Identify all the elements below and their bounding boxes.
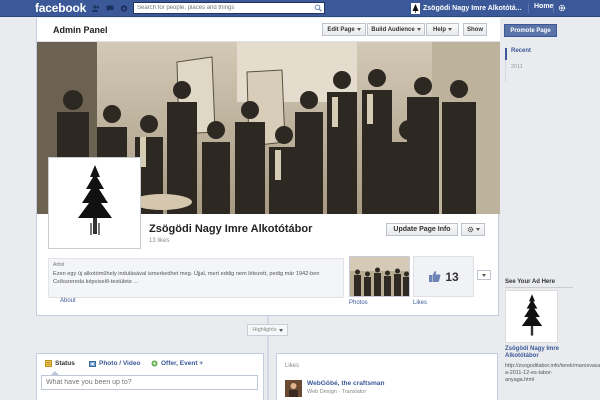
build-audience-label: Build Audience bbox=[371, 26, 415, 33]
camera-icon bbox=[89, 361, 96, 367]
more-apps-button[interactable] bbox=[477, 270, 491, 280]
timeline-nav-recent[interactable]: Recent bbox=[505, 48, 585, 60]
divider bbox=[528, 3, 529, 13]
liked-page-category: Web Design · Translator bbox=[307, 389, 367, 395]
admin-panel-bar: Admin Panel Edit Page Build Audience Hel… bbox=[37, 18, 500, 42]
thumbs-up-icon bbox=[429, 271, 441, 282]
likes-count-text: 13 likes bbox=[149, 238, 170, 244]
chevron-down-icon bbox=[475, 228, 480, 231]
messages-icon[interactable] bbox=[106, 5, 114, 12]
tree-logo-icon bbox=[521, 293, 542, 336]
update-page-info-button[interactable]: Update Page Info bbox=[386, 223, 458, 236]
help-label: Help bbox=[432, 26, 446, 33]
chevron-down-icon bbox=[356, 28, 361, 31]
show-label: Show bbox=[467, 26, 483, 33]
about-link[interactable]: About bbox=[60, 298, 76, 304]
chevron-down-icon bbox=[416, 28, 421, 31]
admin-panel-title[interactable]: Admin Panel bbox=[53, 25, 108, 35]
likes-number: 13 bbox=[445, 269, 459, 284]
liked-page-avatar[interactable] bbox=[285, 380, 302, 397]
settings-gear-icon[interactable] bbox=[558, 4, 566, 12]
ad-section-title[interactable]: See Your Ad Here bbox=[505, 279, 573, 288]
ad-image[interactable] bbox=[505, 290, 558, 343]
ad-url[interactable]: http://zsogoditabor.info/terek/marosvasa… bbox=[505, 363, 600, 384]
likes-app-label[interactable]: Likes bbox=[413, 300, 427, 306]
offer-event-tab-label: Offer, Event + bbox=[161, 360, 204, 367]
chevron-down-icon bbox=[278, 328, 283, 332]
edit-page-label: Edit Page bbox=[327, 26, 355, 33]
status-tab-label: Status bbox=[55, 360, 75, 367]
friend-requests-icon[interactable] bbox=[92, 5, 100, 12]
tree-logo-icon bbox=[77, 165, 112, 235]
timeline-nav-year[interactable]: 2011 bbox=[511, 64, 523, 70]
build-audience-button[interactable]: Build Audience bbox=[367, 23, 425, 36]
divider bbox=[553, 3, 554, 13]
photo-video-tab-label: Photo / Video bbox=[99, 360, 141, 367]
home-link[interactable]: Home bbox=[534, 3, 553, 10]
chevron-down-icon bbox=[448, 28, 452, 31]
post-composer: Status Photo / Video Offer, Event + bbox=[36, 353, 264, 400]
offer-event-tab[interactable]: Offer, Event + bbox=[151, 360, 203, 367]
status-tab[interactable]: Status bbox=[45, 360, 75, 367]
about-description: Ezen egy új alkotóműhely indulásával ism… bbox=[53, 271, 320, 286]
page-title[interactable]: Zsögödi Nagy Imre Alkotótábor bbox=[149, 223, 312, 235]
timeline-nav-rule bbox=[505, 60, 506, 82]
search-icon[interactable] bbox=[314, 4, 323, 12]
photo-video-tab[interactable]: Photo / Video bbox=[89, 360, 140, 367]
likes-panel-header: Likes bbox=[285, 363, 300, 369]
about-summary: Artist Ezen egy új alkotóműhely indulásá… bbox=[48, 258, 344, 298]
photos-app-label[interactable]: Photos bbox=[349, 300, 368, 306]
promote-page-button[interactable]: Promote Page bbox=[504, 24, 557, 37]
profile-picture[interactable] bbox=[48, 157, 141, 249]
page-category: Artist bbox=[53, 262, 65, 268]
ad-title-link[interactable]: Zsögödi Nagy Imre Alkotótábor bbox=[505, 346, 571, 360]
search-box[interactable] bbox=[133, 2, 325, 14]
pencil-icon bbox=[45, 360, 52, 367]
notifications-icon[interactable] bbox=[120, 5, 128, 12]
facebook-logo[interactable]: facebook bbox=[35, 1, 86, 15]
search-input[interactable] bbox=[134, 3, 312, 13]
show-button[interactable]: Show bbox=[463, 23, 487, 36]
highlights-dropdown[interactable]: Highlights bbox=[247, 324, 288, 336]
help-button[interactable]: Help bbox=[426, 23, 459, 36]
edit-page-button[interactable]: Edit Page bbox=[322, 23, 366, 36]
likes-panel: Likes WebGöbé, the craftsman Web Design … bbox=[276, 353, 498, 400]
liked-page-name[interactable]: WebGöbé, the craftsman bbox=[307, 380, 385, 387]
avatar bbox=[411, 2, 420, 14]
chevron-down-icon bbox=[482, 273, 486, 277]
page-header-card: Admin Panel Edit Page Build Audience Hel… bbox=[36, 18, 500, 316]
status-input[interactable] bbox=[41, 375, 258, 390]
offer-icon bbox=[151, 360, 158, 367]
likes-app-box[interactable]: 13 bbox=[413, 256, 474, 297]
page-actions-button[interactable] bbox=[461, 223, 485, 236]
user-name: Zsögödi Nagy Imre Alkotótá... bbox=[423, 4, 522, 12]
profile-link[interactable]: Zsögödi Nagy Imre Alkotótá... bbox=[411, 2, 522, 14]
highlights-label: Highlights bbox=[252, 327, 277, 333]
photos-thumbnail[interactable] bbox=[349, 256, 410, 297]
top-navigation-bar: facebook Zsögödi Nagy Imre Alkotótá... H… bbox=[0, 0, 600, 17]
gear-icon bbox=[467, 226, 473, 233]
